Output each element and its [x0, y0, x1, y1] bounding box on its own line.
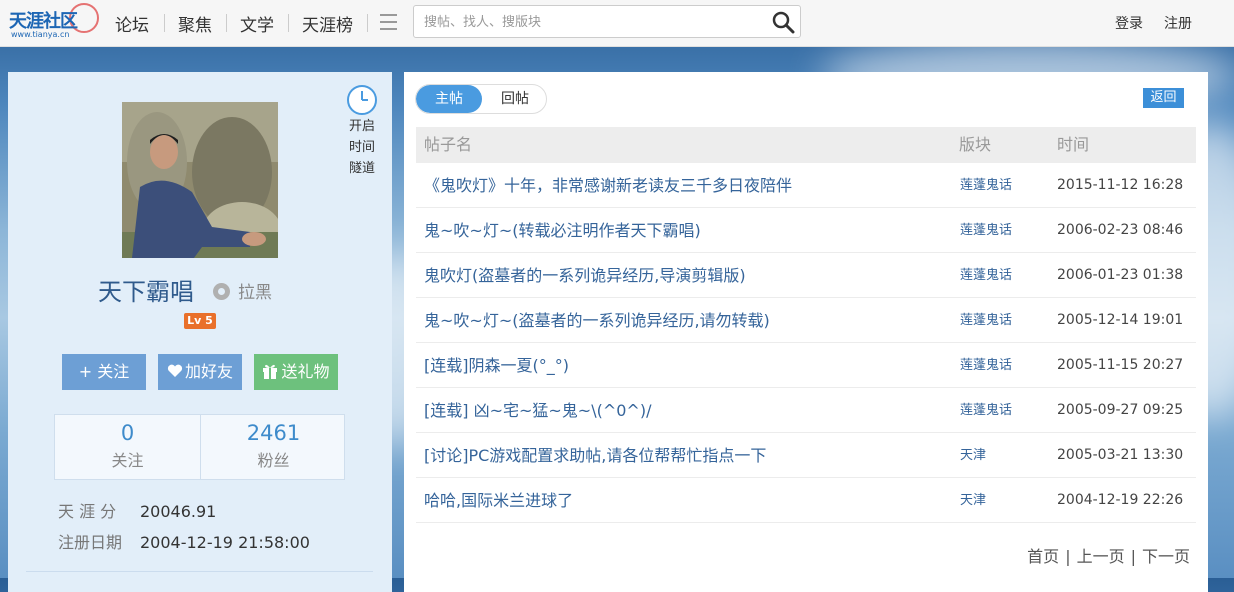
board-link[interactable]: 天津 [960, 433, 986, 478]
register-date-row: 注册日期 2004-12-19 21:58:00 [58, 529, 310, 553]
column-header-time: 时间 [1057, 135, 1090, 154]
profile-panel: 开启 时间 隧道 天下霸唱 拉黑 Lv 5 + 关注 加好友 送礼物 0 关注 … [8, 72, 392, 592]
login-link[interactable]: 登录 [1115, 13, 1143, 33]
nav-divider [226, 14, 227, 32]
board-link[interactable]: 天津 [960, 478, 986, 523]
table-row: [连载]阴森一夏(°_°) 莲蓬鬼话 2005-11-15 20:27 [416, 343, 1196, 388]
post-title-link[interactable]: [讨论]PC游戏配置求助帖,请各位帮帮忙指点一下 [424, 433, 766, 478]
tab-main-posts[interactable]: 主帖 [416, 85, 482, 113]
time-tunnel-line: 时间 [348, 140, 375, 155]
menu-icon[interactable] [380, 14, 397, 30]
top-navigation-bar: 天涯社区 www.tianya.cn 论坛 聚焦 文学 天涯榜 登录 注册 [0, 0, 1234, 47]
info-key: 天 涯 分 [58, 502, 117, 521]
add-friend-label: 加好友 [184, 362, 233, 381]
post-title-link[interactable]: 鬼~吹~灯~(盗墓者的一系列诡异经历,请勿转载) [424, 298, 770, 343]
board-link[interactable]: 莲蓬鬼话 [960, 253, 1012, 298]
board-link[interactable]: 莲蓬鬼话 [960, 298, 1012, 343]
nav-divider [164, 14, 165, 32]
posts-panel: 主帖 回帖 返回 帖子名 版块 时间 《鬼吹灯》十年，非常感谢新老读友三千多日夜… [404, 72, 1208, 592]
column-header-title: 帖子名 [424, 135, 473, 154]
column-header-board: 版块 [959, 135, 992, 154]
nav-literature[interactable]: 文学 [240, 11, 274, 36]
table-row: 哈哈,国际米兰进球了 天津 2004-12-19 22:26 [416, 478, 1196, 523]
table-row: 鬼~吹~灯~(转载必注明作者天下霸唱) 莲蓬鬼话 2006-02-23 08:4… [416, 208, 1196, 253]
back-button[interactable]: 返回 [1143, 88, 1184, 108]
table-row: 鬼~吹~灯~(盗墓者的一系列诡异经历,请勿转载) 莲蓬鬼话 2005-12-14… [416, 298, 1196, 343]
avatar[interactable] [122, 102, 278, 258]
post-title-link[interactable]: 鬼~吹~灯~(转载必注明作者天下霸唱) [424, 208, 701, 253]
blacklist-button[interactable]: 拉黑 [213, 278, 272, 303]
pager-separator: | [1130, 547, 1136, 566]
blacklist-icon [213, 283, 230, 300]
table-row: 鬼吹灯(盗墓者的一系列诡异经历,导演剪辑版) 莲蓬鬼话 2006-01-23 0… [416, 253, 1196, 298]
follow-button[interactable]: + 关注 [62, 354, 146, 390]
gift-icon [263, 364, 278, 379]
nav-divider [288, 14, 289, 32]
register-link[interactable]: 注册 [1164, 13, 1192, 33]
post-time: 2015-11-12 16:28 [1057, 177, 1184, 193]
time-tunnel-line: 开启 [348, 119, 375, 134]
send-gift-label: 送礼物 [281, 362, 330, 381]
username: 天下霸唱 [98, 278, 194, 306]
tianya-score-row: 天 涯 分 20046.91 [58, 498, 216, 522]
send-gift-button[interactable]: 送礼物 [254, 354, 338, 390]
post-title-link[interactable]: [连载]阴森一夏(°_°) [424, 343, 569, 388]
post-title-link[interactable]: 《鬼吹灯》十年，非常感谢新老读友三千多日夜陪伴 [424, 163, 792, 208]
following-count: 0 [120, 421, 135, 445]
nav-focus[interactable]: 聚焦 [178, 11, 212, 36]
table-row: 《鬼吹灯》十年，非常感谢新老读友三千多日夜陪伴 莲蓬鬼话 2015-11-12 … [416, 163, 1196, 208]
fans-count: 2461 [246, 421, 301, 445]
next-page-link[interactable]: 下一页 [1142, 547, 1190, 566]
following-stat[interactable]: 0 关注 [55, 415, 200, 479]
post-time: 2005-12-14 19:01 [1057, 312, 1184, 328]
prev-page-link[interactable]: 上一页 [1077, 547, 1125, 566]
post-time: 2005-03-21 13:30 [1057, 447, 1184, 463]
info-value: 20046.91 [140, 502, 217, 521]
search-input[interactable] [422, 6, 766, 39]
nav-tianya-rank[interactable]: 天涯榜 [302, 11, 353, 36]
fans-label: 粉丝 [257, 451, 290, 470]
nav-forum[interactable]: 论坛 [115, 11, 149, 36]
search-icon[interactable] [771, 10, 795, 34]
post-time: 2005-09-27 09:25 [1057, 402, 1184, 418]
search-box [413, 5, 801, 39]
info-key: 注册日期 [58, 533, 123, 552]
first-page-link[interactable]: 首页 [1027, 547, 1059, 566]
add-friend-button[interactable]: 加好友 [158, 354, 242, 390]
clock-icon[interactable] [346, 84, 378, 116]
board-link[interactable]: 莲蓬鬼话 [960, 208, 1012, 253]
divider [26, 571, 373, 572]
post-title-link[interactable]: [连载] 凶~宅~猛~鬼~\(^0^)/ [424, 388, 651, 433]
following-label: 关注 [111, 451, 144, 470]
board-link[interactable]: 莲蓬鬼话 [960, 343, 1012, 388]
post-time: 2006-02-23 08:46 [1057, 222, 1184, 238]
table-row: [连载] 凶~宅~猛~鬼~\(^0^)/ 莲蓬鬼话 2005-09-27 09:… [416, 388, 1196, 433]
time-tunnel-line: 隧道 [348, 161, 375, 176]
post-time: 2004-12-19 22:26 [1057, 492, 1184, 508]
stats-box: 0 关注 2461 粉丝 [54, 414, 345, 480]
pager-separator: | [1065, 547, 1071, 566]
heart-icon [167, 364, 183, 377]
post-title-link[interactable]: 哈哈,国际米兰进球了 [424, 478, 573, 523]
info-value: 2004-12-19 21:58:00 [140, 533, 310, 552]
pagination: 首页 | 上一页 | 下一页 [1027, 543, 1190, 567]
table-header: 帖子名 版块 时间 [416, 127, 1196, 163]
nav-divider [367, 14, 368, 32]
fans-stat[interactable]: 2461 粉丝 [201, 415, 346, 479]
post-time: 2005-11-15 20:27 [1057, 357, 1184, 373]
level-badge: Lv 5 [184, 313, 216, 329]
post-time: 2006-01-23 01:38 [1057, 267, 1184, 283]
tab-replies[interactable]: 回帖 [482, 85, 546, 113]
board-link[interactable]: 莲蓬鬼话 [960, 163, 1012, 208]
tianya-logo[interactable]: 天涯社区 www.tianya.cn [9, 3, 99, 41]
post-title-link[interactable]: 鬼吹灯(盗墓者的一系列诡异经历,导演剪辑版) [424, 253, 746, 298]
post-tabs: 主帖 回帖 [415, 84, 547, 114]
table-row: [讨论]PC游戏配置求助帖,请各位帮帮忙指点一下 天津 2005-03-21 1… [416, 433, 1196, 478]
logo-url: www.tianya.cn [11, 30, 70, 39]
time-tunnel[interactable]: 开启 时间 隧道 [342, 84, 382, 179]
blacklist-label: 拉黑 [238, 283, 272, 303]
board-link[interactable]: 莲蓬鬼话 [960, 388, 1012, 433]
